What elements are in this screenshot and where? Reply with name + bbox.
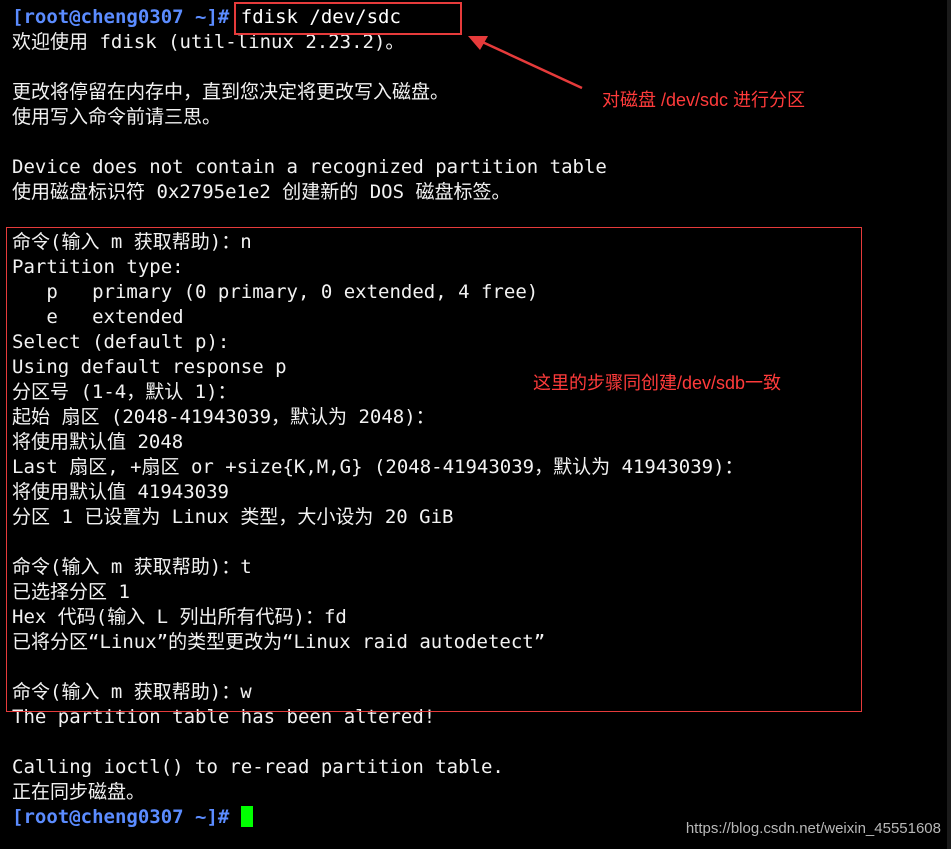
watermark-text: https://blog.csdn.net/weixin_45551608 xyxy=(685,820,941,837)
output-line: Device does not contain a recognized par… xyxy=(12,156,607,178)
command-annotation: 对磁盘 /dev/sdc 进行分区 xyxy=(602,90,806,110)
output-line: 使用写入命令前请三思。 xyxy=(12,106,222,128)
annotation-arrow-icon xyxy=(468,36,583,90)
steps-highlight-box xyxy=(6,227,862,712)
terminal-cursor xyxy=(240,806,253,827)
output-line: 使用磁盘标识符 0x2795e1e2 创建新的 DOS 磁盘标签。 xyxy=(12,181,511,203)
command-line: [root@cheng0307 ~]# fdisk /dev/sdc xyxy=(12,5,951,30)
output-line: 正在同步磁盘。 xyxy=(12,781,146,803)
terminal-window[interactable]: [root@cheng0307 ~]# fdisk /dev/sdc 欢迎使用 … xyxy=(0,0,951,849)
command-highlight-box xyxy=(234,2,462,35)
steps-annotation: 这里的步骤同创建/dev/sdb一致 xyxy=(533,373,782,393)
shell-prompt: [root@cheng0307 ~]# xyxy=(12,806,230,828)
scrollbar[interactable] xyxy=(947,0,951,849)
shell-prompt: [root@cheng0307 ~]# xyxy=(12,6,230,28)
output-line: Calling ioctl() to re-read partition tab… xyxy=(12,756,504,778)
